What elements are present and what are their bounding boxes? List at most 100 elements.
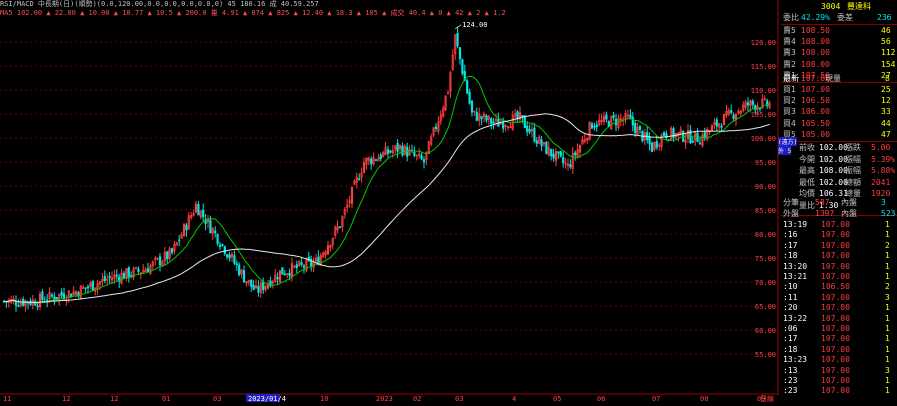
x-axis-label: 03 [213, 395, 221, 402]
tick-row: :20 107.00 1 [781, 303, 897, 313]
tick-price: 107.00 [821, 344, 850, 354]
candle-body [127, 267, 130, 279]
candle-body [250, 279, 253, 287]
kline-svg: 120.00 115.00 110.00 105.00 100.00 95.00 90.00… [0, 0, 779, 403]
candle-body [91, 280, 94, 291]
tick-price: 107.00 [821, 251, 850, 261]
candle-body [238, 264, 241, 276]
candle-body [281, 267, 284, 275]
candle-body [751, 100, 754, 105]
candle-body [612, 115, 615, 118]
bid-price: 106.00 [801, 107, 830, 117]
tick-time: 13:19 [783, 220, 808, 229]
candle-body [197, 203, 200, 216]
candle-body [233, 255, 236, 264]
indicator-header: RSI/MACD 中長期(日)(順勢)(0.0,120.00,0.0,0.0,0… [0, 0, 780, 19]
tick-volume: 1 [885, 313, 890, 323]
candle-body [223, 246, 226, 254]
candle-body [629, 114, 632, 119]
stat-value: 5.00 [871, 143, 891, 152]
price-axis-label: 85.00 [755, 207, 776, 215]
high-marker-label: 124.00 [462, 21, 487, 29]
candle-body [221, 243, 224, 246]
tick-row: :13 107.00 3 [781, 366, 897, 376]
price-axis-label: 65.00 [755, 303, 776, 311]
x-axis-label: 12 [62, 395, 70, 402]
candle-body [485, 115, 488, 121]
candle-body [655, 141, 658, 148]
kline-chart[interactable]: 120.00 115.00 110.00 105.00 100.00 95.00 90.00… [0, 0, 780, 403]
tick-price: 107.00 [821, 272, 850, 281]
bid-volume: 33 [881, 107, 891, 117]
tick-row: :23 107.00 1 [781, 376, 897, 386]
candle-body [389, 150, 392, 153]
stat-row: 最高 108.00 振幅 5.88% [781, 166, 897, 176]
x-axis-label: 07 [652, 395, 660, 402]
tick-time: 13:20 [783, 261, 808, 271]
stat-label: 振幅 [845, 166, 861, 175]
tick-price: 107.00 [821, 386, 850, 396]
ma-short-line [3, 75, 770, 304]
tick-time: 13:23 [783, 355, 808, 365]
stat-row: 前收 102.00 漲跌 5.00 [781, 143, 897, 153]
x-axis-label: 01 [162, 395, 170, 402]
candle-body [209, 219, 212, 234]
tick-volume: 1 [885, 303, 890, 313]
candle-body [526, 125, 529, 132]
candle-body [672, 128, 675, 138]
price-axis-label: 100.00 [751, 135, 776, 143]
candle-body [374, 159, 378, 161]
candle-body [178, 239, 181, 242]
ask-row: 賣4 108.00 56 [781, 37, 897, 47]
tick-volume: 1 [885, 344, 890, 354]
tick-volume: 1 [885, 251, 890, 261]
ask-row: 賣5 108.50 46 [781, 26, 897, 36]
price-axis-label: 55.00 [755, 351, 776, 359]
diff-value: 236 [877, 13, 892, 22]
stock-name: 豐達科 [847, 2, 871, 11]
candle-body [562, 157, 565, 164]
ask-price: 108.00 [801, 37, 830, 47]
ratio-label: 委比 [783, 13, 799, 22]
candle-body [14, 301, 18, 306]
tick-time: 13:21 [783, 272, 808, 281]
io-value: 587 [815, 198, 830, 207]
tick-price: 107.00 [821, 313, 850, 323]
tick-price: 107.00 [821, 365, 850, 375]
tick-volume: 1 [885, 355, 890, 365]
x-axis-label: 11 [3, 395, 11, 402]
candle-body [158, 256, 162, 266]
candle-body [475, 111, 478, 121]
price-axis-label: 70.00 [755, 279, 776, 287]
candle-body [406, 146, 409, 157]
tick-price: 107.00 [821, 303, 850, 313]
candle-body [540, 139, 543, 147]
candle-body [557, 151, 560, 154]
price-axis-label: 95.00 [755, 159, 776, 167]
tick-row: :18 107.00 1 [781, 251, 897, 261]
candle-body [370, 158, 373, 165]
tick-row: 13:22 107.00 1 [781, 314, 897, 324]
candle-body [746, 102, 750, 106]
stock-code: 3004 [821, 2, 841, 11]
tick-volume: 1 [885, 230, 890, 240]
candle-body [86, 286, 90, 288]
ask-row: 賣3 108.00 112 [781, 48, 897, 58]
tick-volume: 3 [885, 365, 890, 375]
tick-volume: 1 [885, 376, 890, 385]
separator [781, 24, 897, 25]
candle-body [545, 141, 548, 155]
bid-label: 買2 [783, 96, 796, 106]
stat-row: 今開 102.00 漲幅 5.39% [781, 155, 897, 165]
candle-body [516, 111, 519, 120]
ask-volume: 154 [881, 59, 896, 69]
stat-value: 102.00 [819, 143, 848, 152]
candle-body [228, 254, 231, 259]
candle-body [634, 123, 637, 133]
tick-volume: 2 [885, 282, 890, 292]
candle-body [103, 276, 106, 281]
tick-row: 13:20 107.00 1 [781, 262, 897, 272]
ask-label: 賣4 [783, 37, 796, 47]
ratio-value: 42.29% [801, 13, 830, 22]
io-label: 外盤 [783, 209, 799, 218]
